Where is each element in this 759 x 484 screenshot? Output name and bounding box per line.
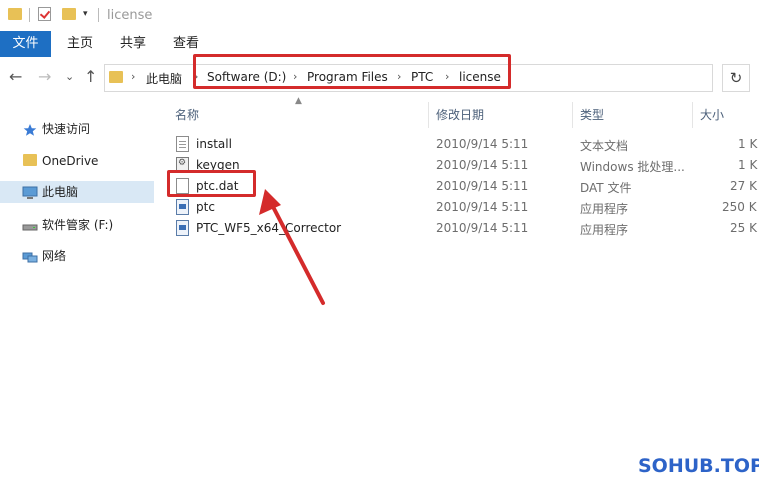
- up-icon[interactable]: ↑: [84, 67, 97, 87]
- column-header-size[interactable]: 大小: [700, 106, 724, 123]
- star-icon: [23, 122, 37, 136]
- file-modified: 2010/9/14 5:11: [436, 221, 529, 235]
- folder-icon: [23, 154, 37, 166]
- folder-icon[interactable]: [8, 8, 22, 20]
- network-icon: [22, 249, 38, 263]
- customize-toolbar-icon[interactable]: ▾: [83, 8, 93, 20]
- file-size: 250 K: [722, 200, 757, 214]
- file-type: 应用程序: [580, 223, 629, 237]
- sidebar-item-this-pc[interactable]: 此电脑: [0, 181, 154, 203]
- sidebar-item-label: 此电脑: [42, 185, 79, 199]
- file-modified: 2010/9/14 5:11: [436, 179, 529, 193]
- file-name: install: [196, 137, 232, 151]
- column-header-name[interactable]: 名称: [175, 106, 199, 123]
- tab-share[interactable]: 共享: [110, 31, 156, 57]
- file-highlight-annotation: [167, 170, 256, 197]
- file-name: ptc: [196, 200, 215, 214]
- refresh-icon[interactable]: ↻: [722, 64, 750, 92]
- sidebar-item-software-drive[interactable]: 软件管家 (F:): [0, 214, 154, 236]
- breadcrumb-this-pc[interactable]: 此电脑: [146, 70, 182, 87]
- file-row-keygen[interactable]: keygen 2010/9/14 5:11 Windows 批处理... 1 K: [170, 155, 759, 176]
- column-header-modified[interactable]: 修改日期: [436, 106, 484, 123]
- file-type: DAT 文件: [580, 181, 632, 195]
- file-type: 应用程序: [580, 202, 629, 216]
- file-size: 25 K: [730, 221, 757, 235]
- text-file-icon: [176, 136, 189, 152]
- file-size: 1 K: [738, 137, 758, 151]
- watermark: SOHUB.TOP: [638, 455, 759, 477]
- sidebar-item-label: 快速访问: [42, 122, 91, 136]
- properties-icon[interactable]: [38, 7, 51, 21]
- sidebar-item-network[interactable]: 网络: [0, 245, 154, 267]
- sidebar-item-label: OneDrive: [42, 154, 99, 168]
- file-modified: 2010/9/14 5:11: [436, 137, 529, 151]
- address-highlight-annotation: [193, 54, 511, 89]
- breadcrumb-separator[interactable]: ›: [131, 70, 135, 83]
- app-icon: [176, 199, 189, 215]
- file-modified: 2010/9/14 5:11: [436, 158, 529, 172]
- back-icon[interactable]: ←: [9, 67, 22, 87]
- divider: [29, 8, 30, 22]
- sidebar-item-quick-access[interactable]: 快速访问: [0, 118, 154, 140]
- divider: [98, 8, 99, 22]
- column-divider[interactable]: [572, 102, 573, 128]
- column-divider[interactable]: [428, 102, 429, 128]
- file-type: Windows 批处理...: [580, 160, 685, 174]
- red-arrow-annotation: [259, 189, 325, 305]
- tab-file[interactable]: 文件: [0, 31, 51, 57]
- window-title: license: [107, 8, 153, 23]
- drive-icon: [22, 218, 38, 232]
- folder-icon: [109, 71, 123, 83]
- file-row-install[interactable]: install 2010/9/14 5:11 文本文档 1 K: [170, 134, 759, 155]
- column-divider[interactable]: [692, 102, 693, 128]
- column-header-type[interactable]: 类型: [580, 106, 604, 123]
- new-folder-icon[interactable]: [62, 8, 76, 20]
- forward-icon[interactable]: →: [38, 67, 51, 87]
- sidebar-item-onedrive[interactable]: OneDrive: [0, 150, 154, 172]
- sort-ascending-icon: ▲: [295, 96, 302, 106]
- recent-locations-icon[interactable]: ⌄: [65, 67, 74, 87]
- file-type: 文本文档: [580, 139, 629, 153]
- file-size: 1 K: [738, 158, 758, 172]
- tab-home[interactable]: 主页: [57, 31, 103, 57]
- sidebar-item-label: 软件管家 (F:): [42, 218, 114, 232]
- sidebar-item-label: 网络: [42, 249, 67, 263]
- file-size: 27 K: [730, 179, 757, 193]
- file-modified: 2010/9/14 5:11: [436, 200, 529, 214]
- computer-icon: [22, 185, 38, 199]
- app-icon: [176, 220, 189, 236]
